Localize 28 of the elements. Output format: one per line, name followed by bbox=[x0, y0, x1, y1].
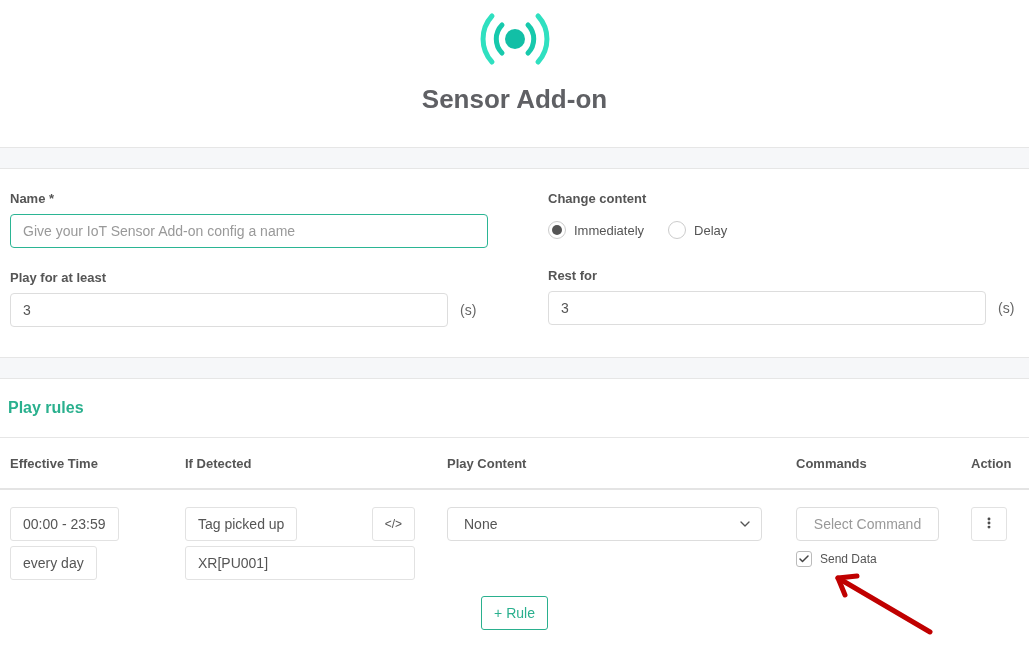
event-chip[interactable]: Tag picked up bbox=[185, 507, 298, 541]
field-label: Play for at least bbox=[10, 270, 108, 285]
checkmark-icon bbox=[798, 553, 810, 565]
field-label: Change content bbox=[548, 191, 648, 206]
play-duration-input[interactable]: 3 bbox=[10, 293, 448, 327]
column-header: Action bbox=[971, 455, 1013, 471]
send-data-checkbox[interactable] bbox=[796, 551, 812, 567]
unit-label: (s) bbox=[460, 302, 477, 318]
column-header: Commands bbox=[796, 455, 868, 471]
field-label: Name * bbox=[10, 191, 56, 206]
content-select[interactable]: None bbox=[447, 507, 762, 541]
page-title: Sensor Add-on bbox=[421, 84, 608, 115]
checkbox-label: Send Data bbox=[820, 552, 877, 566]
column-header: Play Content bbox=[447, 455, 528, 471]
radio-label: Immediately bbox=[574, 222, 645, 238]
tag-chip[interactable]: XR[PU001] bbox=[185, 546, 415, 580]
column-header: If Detected bbox=[185, 455, 253, 471]
code-button[interactable]: </> bbox=[371, 507, 415, 541]
rest-duration-input[interactable]: 3 bbox=[548, 291, 986, 325]
column-header: Effective Time bbox=[10, 455, 99, 471]
name-input[interactable]: Give your IoT Sensor Add-on config a name bbox=[10, 214, 488, 248]
section-title: Play rules bbox=[0, 379, 1029, 438]
radio-label: Delay bbox=[694, 222, 728, 238]
field-label: Rest for bbox=[548, 268, 599, 283]
unit-label: (s) bbox=[998, 300, 1015, 316]
command-input[interactable]: Select Command bbox=[796, 507, 939, 541]
days-chip[interactable]: every day bbox=[10, 546, 97, 580]
time-range-chip[interactable]: 00:00 - 23:59 bbox=[10, 507, 119, 541]
